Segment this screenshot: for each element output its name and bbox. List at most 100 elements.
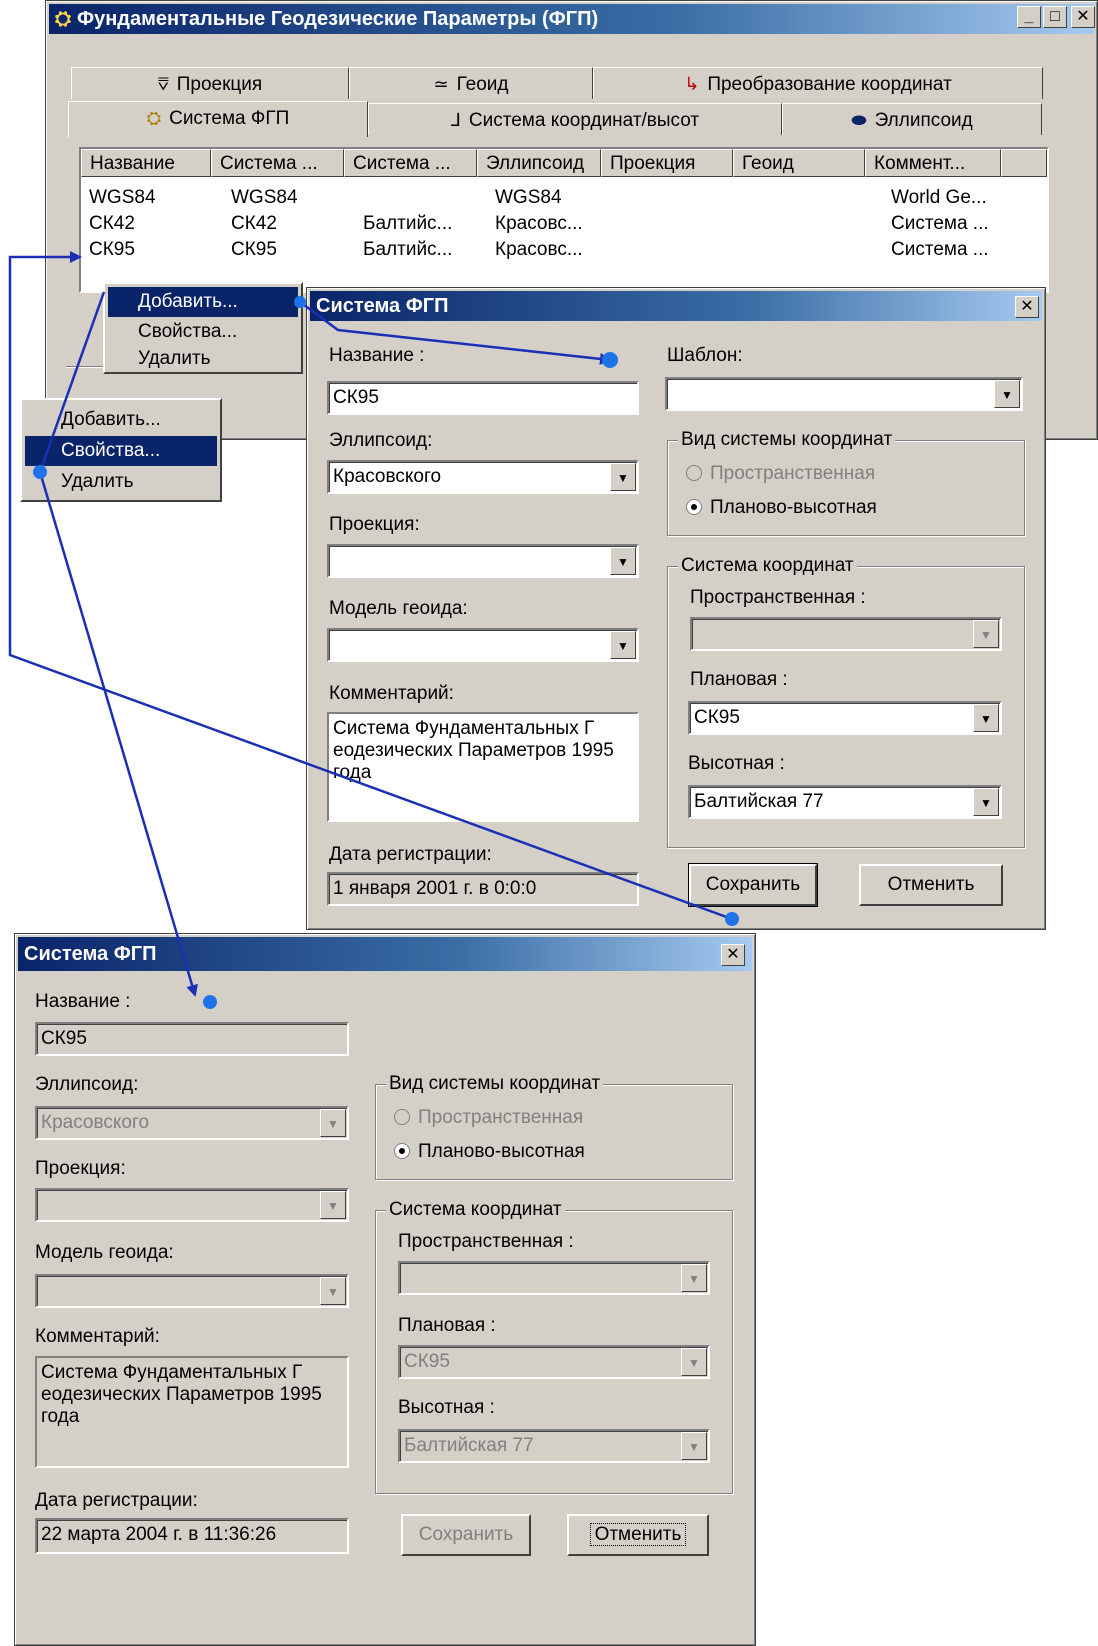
- tab-fgp-system[interactable]: ⛭ Система ФГП: [68, 101, 368, 137]
- tab-coord-system[interactable]: ⅃ Система координат/высот: [368, 103, 782, 135]
- main-title: Фундаментальные Геодезические Параметры …: [77, 8, 599, 30]
- save-button[interactable]: Сохранить: [688, 863, 818, 907]
- date-field: 22 марта 2004 г. в 11:36:26: [35, 1518, 349, 1554]
- coord-system-group-title: Система координат: [386, 1199, 565, 1221]
- kind-group: Вид системы координат Пространственная П…: [667, 429, 1025, 536]
- close-button[interactable]: ✕: [1071, 6, 1095, 28]
- projection-label: Проекция:: [35, 1158, 126, 1179]
- menu-add[interactable]: Добавить...: [108, 287, 298, 317]
- menu-properties[interactable]: Свойства...: [108, 317, 298, 347]
- tab-transform[interactable]: ↳ Преобразование координат: [593, 67, 1043, 99]
- transform-icon: ↳: [684, 74, 700, 94]
- ellipsoid-icon: ⬬: [851, 110, 867, 130]
- name-field: СК95: [35, 1022, 349, 1056]
- date-field: 1 января 2001 г. в 0:0:0: [327, 872, 639, 906]
- spatial-label: Пространственная :: [690, 587, 866, 608]
- comment-label: Комментарий:: [329, 683, 454, 704]
- radio-spatial: Пространственная: [394, 1107, 583, 1129]
- geoid-label: Модель геоида:: [329, 598, 468, 619]
- save-button: Сохранить: [401, 1514, 531, 1556]
- menu-add[interactable]: Добавить...: [25, 405, 217, 435]
- cancel-button[interactable]: Отменить: [859, 864, 1003, 906]
- chevron-down-icon: ▼: [320, 1191, 346, 1219]
- radio-spatial[interactable]: Пространственная: [686, 463, 875, 485]
- tab-projection[interactable]: ⩢ Проекция: [71, 67, 349, 99]
- geoid-select[interactable]: ▼: [327, 628, 639, 662]
- projection-select[interactable]: ▼: [327, 544, 639, 578]
- radio-icon: [686, 465, 702, 481]
- height-select: Балтийская 77 ▼: [398, 1429, 710, 1463]
- arrow-properties-to-view: [38, 471, 198, 997]
- view-dialog-title: Система ФГП: [24, 943, 157, 965]
- col-geoid[interactable]: Геоид: [733, 149, 865, 177]
- chevron-down-icon[interactable]: ▼: [610, 547, 636, 575]
- template-select[interactable]: ▼: [665, 377, 1023, 411]
- planar-label: Плановая :: [690, 669, 788, 690]
- projection-label: Проекция:: [329, 514, 420, 535]
- height-label: Высотная :: [398, 1397, 495, 1418]
- ellipsoid-select[interactable]: Красовского ▼: [327, 460, 639, 494]
- chevron-down-icon[interactable]: ▼: [994, 380, 1020, 408]
- menu-properties[interactable]: Свойства...: [25, 436, 217, 466]
- view-dialog-titlebar[interactable]: Система ФГП: [18, 937, 752, 971]
- chevron-down-icon[interactable]: ▼: [973, 788, 999, 816]
- close-button[interactable]: ✕: [1015, 296, 1039, 318]
- kind-group-title: Вид системы координат: [678, 429, 896, 451]
- context-menu-1: Добавить... Свойства... Удалить: [103, 282, 303, 374]
- coord-system-group: Система координат Пространственная : ▼ П…: [375, 1199, 733, 1494]
- col-system2[interactable]: Система ...: [344, 149, 477, 177]
- kind-group-title: Вид системы координат: [386, 1073, 604, 1095]
- menu-delete[interactable]: Удалить: [108, 344, 298, 374]
- ellipsoid-label: Эллипсоид:: [329, 430, 433, 451]
- radio-checked-icon: [394, 1143, 410, 1159]
- planar-label: Плановая :: [398, 1315, 496, 1336]
- name-field[interactable]: СК95: [327, 381, 639, 415]
- minimize-button[interactable]: _: [1017, 6, 1041, 28]
- edit-dialog-titlebar[interactable]: Система ФГП: [310, 291, 1042, 321]
- menu-delete[interactable]: Удалить: [25, 467, 217, 497]
- main-titlebar[interactable]: ⛭ Фундаментальные Геодезические Параметры…: [49, 4, 1094, 34]
- date-label: Дата регистрации:: [329, 844, 492, 865]
- col-name[interactable]: Название: [81, 149, 211, 177]
- geoid-icon: ≃: [433, 74, 449, 94]
- context-menu-2: Добавить... Свойства... Удалить: [20, 398, 222, 502]
- tab-geoid[interactable]: ≃ Геоид: [349, 67, 593, 99]
- coord-system-group-title: Система координат: [678, 555, 857, 577]
- ellipsoid-label: Эллипсоид:: [35, 1074, 139, 1095]
- date-label: Дата регистрации:: [35, 1490, 198, 1511]
- comment-textarea[interactable]: Система Фундаментальных Г еодезических П…: [327, 712, 639, 822]
- fgp-list[interactable]: Название Система ... Система ... Эллипсо…: [79, 147, 1049, 293]
- tab-ellipsoid[interactable]: ⬬ Эллипсоид: [782, 103, 1042, 135]
- close-button[interactable]: ✕: [721, 944, 745, 966]
- planar-select: СК95 ▼: [398, 1345, 710, 1379]
- name-label: Название :: [329, 345, 425, 366]
- radio-checked-icon: [686, 499, 702, 515]
- view-dialog: Система ФГП ✕ Название : СК95 Эллипсоид:…: [14, 933, 756, 1646]
- height-select[interactable]: Балтийская 77 ▼: [688, 785, 1002, 819]
- chevron-down-icon: ▼: [320, 1109, 346, 1137]
- col-extra: [1001, 149, 1047, 177]
- axes-icon: ⅃: [450, 110, 461, 130]
- projection-select: ▼: [35, 1188, 349, 1222]
- radio-planar: Планово-высотная: [394, 1141, 585, 1163]
- spatial-select: ▼: [398, 1261, 710, 1295]
- planar-select[interactable]: СК95 ▼: [688, 701, 1002, 735]
- col-comment[interactable]: Коммент...: [865, 149, 1001, 177]
- template-label: Шаблон:: [667, 345, 743, 366]
- chevron-down-icon[interactable]: ▼: [610, 463, 636, 491]
- radio-planar[interactable]: Планово-высотная: [686, 497, 877, 519]
- chevron-down-icon[interactable]: ▼: [973, 704, 999, 732]
- maximize-button[interactable]: □: [1043, 6, 1067, 28]
- coord-system-group: Система координат Пространственная : ▼ П…: [667, 555, 1025, 848]
- edit-dialog: Система ФГП ✕ Название : СК95 Шаблон: ▼ …: [306, 287, 1046, 930]
- radio-icon: [394, 1109, 410, 1125]
- col-projection[interactable]: Проекция: [601, 149, 733, 177]
- chevron-down-icon[interactable]: ▼: [610, 631, 636, 659]
- col-ellipsoid[interactable]: Эллипсоид: [477, 149, 601, 177]
- geoid-select: ▼: [35, 1274, 349, 1308]
- col-system1[interactable]: Система ...: [211, 149, 344, 177]
- comment-textarea: Система Фундаментальных Г еодезических П…: [35, 1356, 349, 1468]
- cancel-button[interactable]: Отменить: [567, 1514, 709, 1556]
- comment-label: Комментарий:: [35, 1326, 160, 1347]
- geoid-label: Модель геоида:: [35, 1242, 174, 1263]
